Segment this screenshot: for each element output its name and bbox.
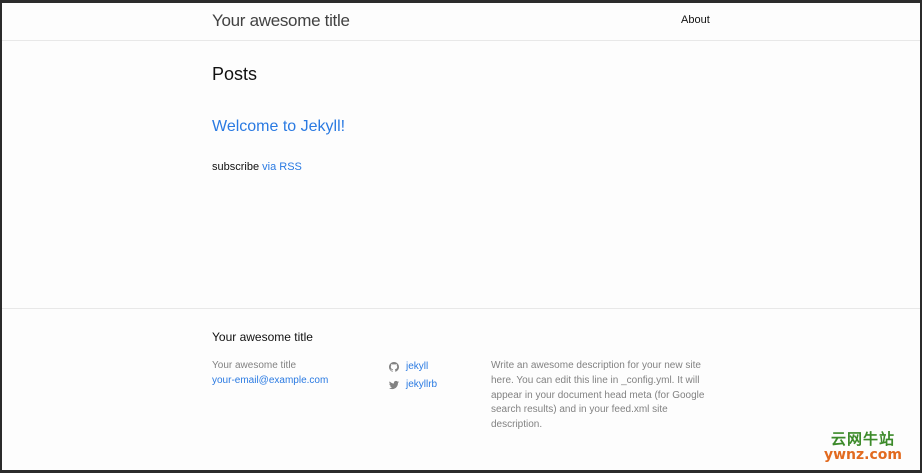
rss-prefix: subscribe <box>212 161 263 173</box>
site-header: Your awesome title About <box>2 3 920 41</box>
footer-description: Write an awesome description for your ne… <box>491 360 705 431</box>
twitter-username: jekyllrb <box>406 379 438 390</box>
site-title-link[interactable]: Your awesome title <box>212 11 350 31</box>
github-link[interactable]: jekyll <box>389 358 437 376</box>
footer-heading: Your awesome title <box>212 330 313 344</box>
rss-link[interactable]: via RSS <box>262 161 302 173</box>
github-icon <box>389 362 399 372</box>
watermark-logo: 云网牛站 ywnz.com <box>824 431 902 463</box>
twitter-link[interactable]: jekyllrb <box>389 376 437 394</box>
watermark-cn: 云网牛站 <box>830 430 895 448</box>
footer-site-name: Your awesome title <box>212 360 297 371</box>
twitter-icon <box>389 380 399 390</box>
footer-contact: Your awesome title your-email@example.co… <box>212 358 328 388</box>
watermark-en: ywnz.com <box>824 447 902 463</box>
nav-about-link[interactable]: About <box>681 14 710 26</box>
site-footer: Your awesome title Your awesome title yo… <box>2 308 920 470</box>
footer-email-link[interactable]: your-email@example.com <box>212 373 328 388</box>
browser-viewport: Your awesome title About Posts Welcome t… <box>2 3 920 470</box>
footer-social: jekyll jekyllrb <box>389 358 437 394</box>
page-heading: Posts <box>212 64 258 84</box>
post-title-link[interactable]: Welcome to Jekyll! <box>212 118 345 136</box>
rss-subscribe: subscribe via RSS <box>212 161 302 173</box>
github-username: jekyll <box>406 361 429 372</box>
